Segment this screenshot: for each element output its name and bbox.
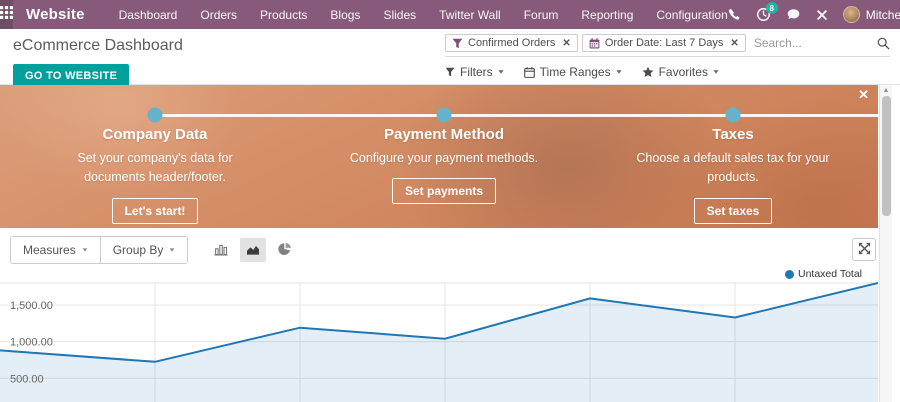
- step-description: Set your company's data for documents he…: [50, 149, 260, 188]
- pivot-button-group: Measures Group By: [10, 236, 188, 264]
- bar-chart-icon: [214, 242, 228, 259]
- search-facet-order-date[interactable]: Order Date: Last 7 Days ✕: [582, 34, 746, 52]
- set-payments-button[interactable]: Set payments: [392, 178, 496, 204]
- filter-icon: [445, 67, 455, 77]
- control-panel: eCommerce Dashboard GO TO WEBSITE Confir…: [0, 29, 900, 85]
- menu-item-configuration[interactable]: Configuration: [656, 8, 727, 22]
- chevron-down-icon: [616, 70, 621, 73]
- calendar-icon: [524, 67, 535, 78]
- star-icon: [642, 66, 654, 78]
- scrollbar-thumb[interactable]: [882, 96, 891, 216]
- search-options: Filters Time Ranges Favorites: [445, 65, 900, 79]
- step-title: Taxes: [620, 126, 846, 143]
- chevron-down-icon: [713, 70, 718, 73]
- apps-menu-button[interactable]: [0, 0, 13, 29]
- menu-item-forum[interactable]: Forum: [524, 8, 559, 22]
- chart-type-switcher: [208, 238, 298, 262]
- facet-label: Confirmed Orders: [468, 37, 555, 49]
- control-panel-left: eCommerce Dashboard GO TO WEBSITE: [0, 29, 445, 84]
- pie-chart-icon: [278, 242, 292, 259]
- close-x-icon[interactable]: [816, 9, 828, 21]
- menu-item-dashboard[interactable]: Dashboard: [119, 8, 178, 22]
- time-ranges-label: Time Ranges: [540, 65, 611, 79]
- filters-label: Filters: [460, 65, 493, 79]
- onboarding-progress-line: [155, 114, 878, 117]
- search-input[interactable]: [754, 36, 873, 50]
- svg-text:1,500.00: 1,500.00: [10, 300, 53, 312]
- onboarding-banner: Company Data Set your company's data for…: [0, 85, 878, 228]
- search-facet-confirmed-orders[interactable]: Confirmed Orders ✕: [445, 34, 578, 52]
- banner-close-icon[interactable]: ✕: [858, 88, 869, 101]
- step-title: Payment Method: [324, 126, 564, 143]
- group-by-label: Group By: [113, 243, 164, 257]
- facet-label: Order Date: Last 7 Days: [605, 37, 724, 49]
- facet-remove-icon[interactable]: ✕: [730, 38, 738, 49]
- calendar-icon: [589, 38, 600, 49]
- top-navbar: Website Dashboard Orders Products Blogs …: [0, 0, 900, 29]
- step-description: Choose a default sales tax for your prod…: [620, 149, 846, 188]
- set-taxes-button[interactable]: Set taxes: [694, 198, 773, 224]
- messages-chat-icon[interactable]: [786, 8, 801, 22]
- activities-clock-icon[interactable]: 8: [756, 7, 771, 22]
- measures-label: Measures: [23, 243, 76, 257]
- menu-item-slides[interactable]: Slides: [383, 8, 416, 22]
- menu-item-twitter-wall[interactable]: Twitter Wall: [439, 8, 501, 22]
- page-title: eCommerce Dashboard: [13, 37, 433, 55]
- search-bar: Confirmed Orders ✕ Order Date: Last 7 Da…: [445, 34, 890, 57]
- app-brand[interactable]: Website: [26, 6, 85, 23]
- activity-count-badge: 8: [766, 2, 778, 14]
- pie-chart-button[interactable]: [272, 238, 298, 262]
- favorites-dropdown[interactable]: Favorites: [642, 65, 719, 79]
- systray: 8 Mitchell Admin: [728, 6, 900, 23]
- onboarding-dot-payment-method[interactable]: [437, 108, 452, 123]
- chart-controls: Measures Group By: [10, 236, 298, 264]
- filters-dropdown[interactable]: Filters: [445, 65, 504, 79]
- control-panel-right: Confirmed Orders ✕ Order Date: Last 7 Da…: [445, 29, 900, 84]
- expand-fullscreen-button[interactable]: [852, 238, 876, 261]
- measures-button[interactable]: Measures: [11, 237, 100, 263]
- group-by-button[interactable]: Group By: [100, 237, 188, 263]
- facet-remove-icon[interactable]: ✕: [562, 38, 570, 49]
- vertical-scrollbar[interactable]: ▲: [879, 85, 892, 402]
- apps-grid-icon: [0, 6, 13, 24]
- arrows-expand-icon: [858, 242, 871, 258]
- untaxed-total-area-chart[interactable]: 500.00 1,000.00 1,500.00: [0, 270, 878, 402]
- step-description: Configure your payment methods.: [324, 149, 564, 168]
- filter-icon: [452, 38, 463, 49]
- onboarding-dot-taxes[interactable]: [726, 108, 741, 123]
- onboarding-step-payment-method: Payment Method Configure your payment me…: [324, 126, 564, 204]
- onboarding-dot-company-data[interactable]: [148, 108, 163, 123]
- menu-item-reporting[interactable]: Reporting: [581, 8, 633, 22]
- user-menu[interactable]: Mitchell Admin: [843, 6, 900, 23]
- voip-phone-icon[interactable]: [728, 8, 741, 21]
- search-icon[interactable]: [877, 37, 890, 50]
- chevron-down-icon: [498, 70, 503, 73]
- chevron-down-icon: [82, 248, 87, 251]
- menu-item-blogs[interactable]: Blogs: [330, 8, 360, 22]
- step-title: Company Data: [50, 126, 260, 143]
- dashboard-chart-card: Measures Group By: [0, 228, 878, 402]
- time-ranges-dropdown[interactable]: Time Ranges: [524, 65, 622, 79]
- scroll-up-arrow-icon[interactable]: ▲: [880, 87, 892, 94]
- onboarding-step-taxes: Taxes Choose a default sales tax for you…: [620, 126, 846, 224]
- onboarding-step-company-data: Company Data Set your company's data for…: [50, 126, 260, 224]
- user-name: Mitchell Admin: [866, 8, 900, 22]
- ecommerce-dashboard-page: Website Dashboard Orders Products Blogs …: [0, 0, 900, 402]
- area-chart-icon: [246, 242, 260, 259]
- bar-chart-button[interactable]: [208, 238, 234, 262]
- line-area-chart-button[interactable]: [240, 238, 266, 262]
- chevron-down-icon: [170, 248, 175, 251]
- lets-start-button[interactable]: Let's start!: [112, 198, 199, 224]
- user-avatar: [843, 6, 860, 23]
- svg-text:1,000.00: 1,000.00: [10, 337, 53, 349]
- main-menu: Dashboard Orders Products Blogs Slides T…: [119, 8, 728, 22]
- svg-text:500.00: 500.00: [10, 373, 44, 385]
- menu-item-products[interactable]: Products: [260, 8, 307, 22]
- menu-item-orders[interactable]: Orders: [200, 8, 237, 22]
- favorites-label: Favorites: [659, 65, 708, 79]
